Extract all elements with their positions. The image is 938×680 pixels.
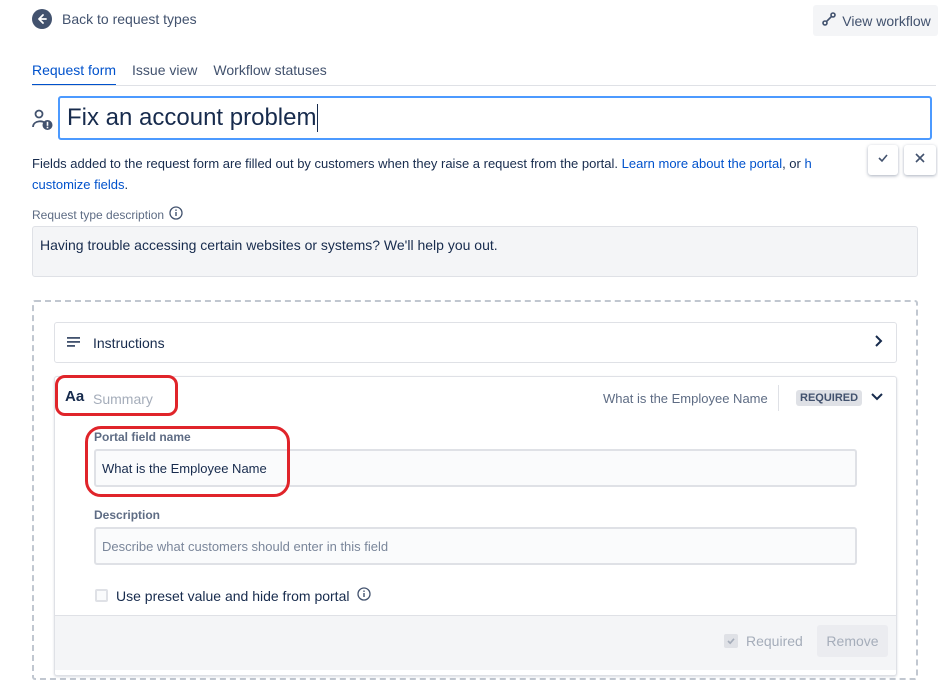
arrow-left-icon: [32, 9, 52, 29]
request-type-name-input[interactable]: Fix an account problem: [58, 96, 932, 140]
preset-value-checkbox[interactable]: [95, 589, 108, 602]
info-icon[interactable]: [169, 206, 183, 223]
help-text-period: .: [124, 177, 129, 192]
tab-divider: [32, 85, 936, 86]
learn-more-portal-link[interactable]: Learn more about the portal: [622, 156, 782, 171]
preset-value-label: Use preset value and hide from portal: [116, 587, 350, 604]
instructions-label: Instructions: [93, 334, 165, 351]
text-field-type-icon: Aa: [65, 388, 85, 405]
header-separator: [778, 385, 779, 411]
required-label: Required: [746, 633, 803, 649]
customize-fields-link[interactable]: customize fields: [32, 177, 124, 192]
required-checkbox[interactable]: [724, 634, 738, 648]
view-workflow-label: View workflow: [842, 12, 931, 29]
help-text-joiner: , or: [782, 156, 805, 171]
cancel-button[interactable]: [904, 145, 936, 175]
request-type-person-icon: [32, 109, 54, 136]
portal-field-name-value: What is the Employee Name: [102, 460, 267, 476]
help-text: Fields added to the request form are fil…: [32, 153, 866, 195]
description-value: Having trouble accessing certain website…: [40, 237, 498, 253]
field-description-input[interactable]: Describe what customers should enter in …: [94, 527, 857, 565]
view-workflow-button[interactable]: View workflow: [813, 5, 938, 36]
chevron-down-icon[interactable]: [869, 389, 885, 410]
field-description-label: Description: [94, 508, 161, 522]
preset-info-icon[interactable]: [357, 587, 372, 604]
workflow-icon: [820, 10, 838, 31]
back-link-label: Back to request types: [62, 11, 197, 27]
preset-value-option: Use preset value and hide from portal: [95, 587, 372, 604]
required-option: Required: [724, 633, 803, 649]
close-icon: [914, 151, 926, 169]
learn-more-fields-link[interactable]: h: [804, 156, 811, 171]
required-badge: REQUIRED: [796, 390, 863, 406]
description-label-text: Request type description: [32, 207, 165, 222]
description-label: Request type description: [32, 206, 183, 223]
text-lines-icon: [67, 335, 81, 351]
field-name-placeholder[interactable]: Summary: [93, 391, 153, 407]
portal-field-name-label: Portal field name: [94, 430, 191, 444]
tab-bar: Request form Issue view Workflow statuse…: [32, 62, 327, 86]
tab-issue-view[interactable]: Issue view: [132, 62, 197, 86]
instructions-row[interactable]: Instructions: [54, 322, 897, 363]
confirm-button[interactable]: [868, 145, 898, 175]
portal-field-name-display: What is the Employee Name: [603, 391, 768, 406]
help-text-body: Fields added to the request form are fil…: [32, 156, 622, 171]
back-to-request-types-link[interactable]: Back to request types: [32, 9, 197, 29]
tab-workflow-statuses[interactable]: Workflow statuses: [213, 62, 326, 86]
field-description-placeholder: Describe what customers should enter in …: [102, 538, 389, 554]
tab-request-form[interactable]: Request form: [32, 62, 117, 86]
chevron-right-icon: [874, 334, 884, 351]
remove-field-button[interactable]: Remove: [817, 625, 888, 657]
portal-field-name-input[interactable]: What is the Employee Name: [94, 449, 857, 487]
request-type-description-field[interactable]: Having trouble accessing certain website…: [32, 226, 918, 277]
text-caret: [317, 104, 319, 132]
request-type-name-value: Fix an account problem: [67, 104, 317, 131]
check-icon: [877, 151, 889, 169]
